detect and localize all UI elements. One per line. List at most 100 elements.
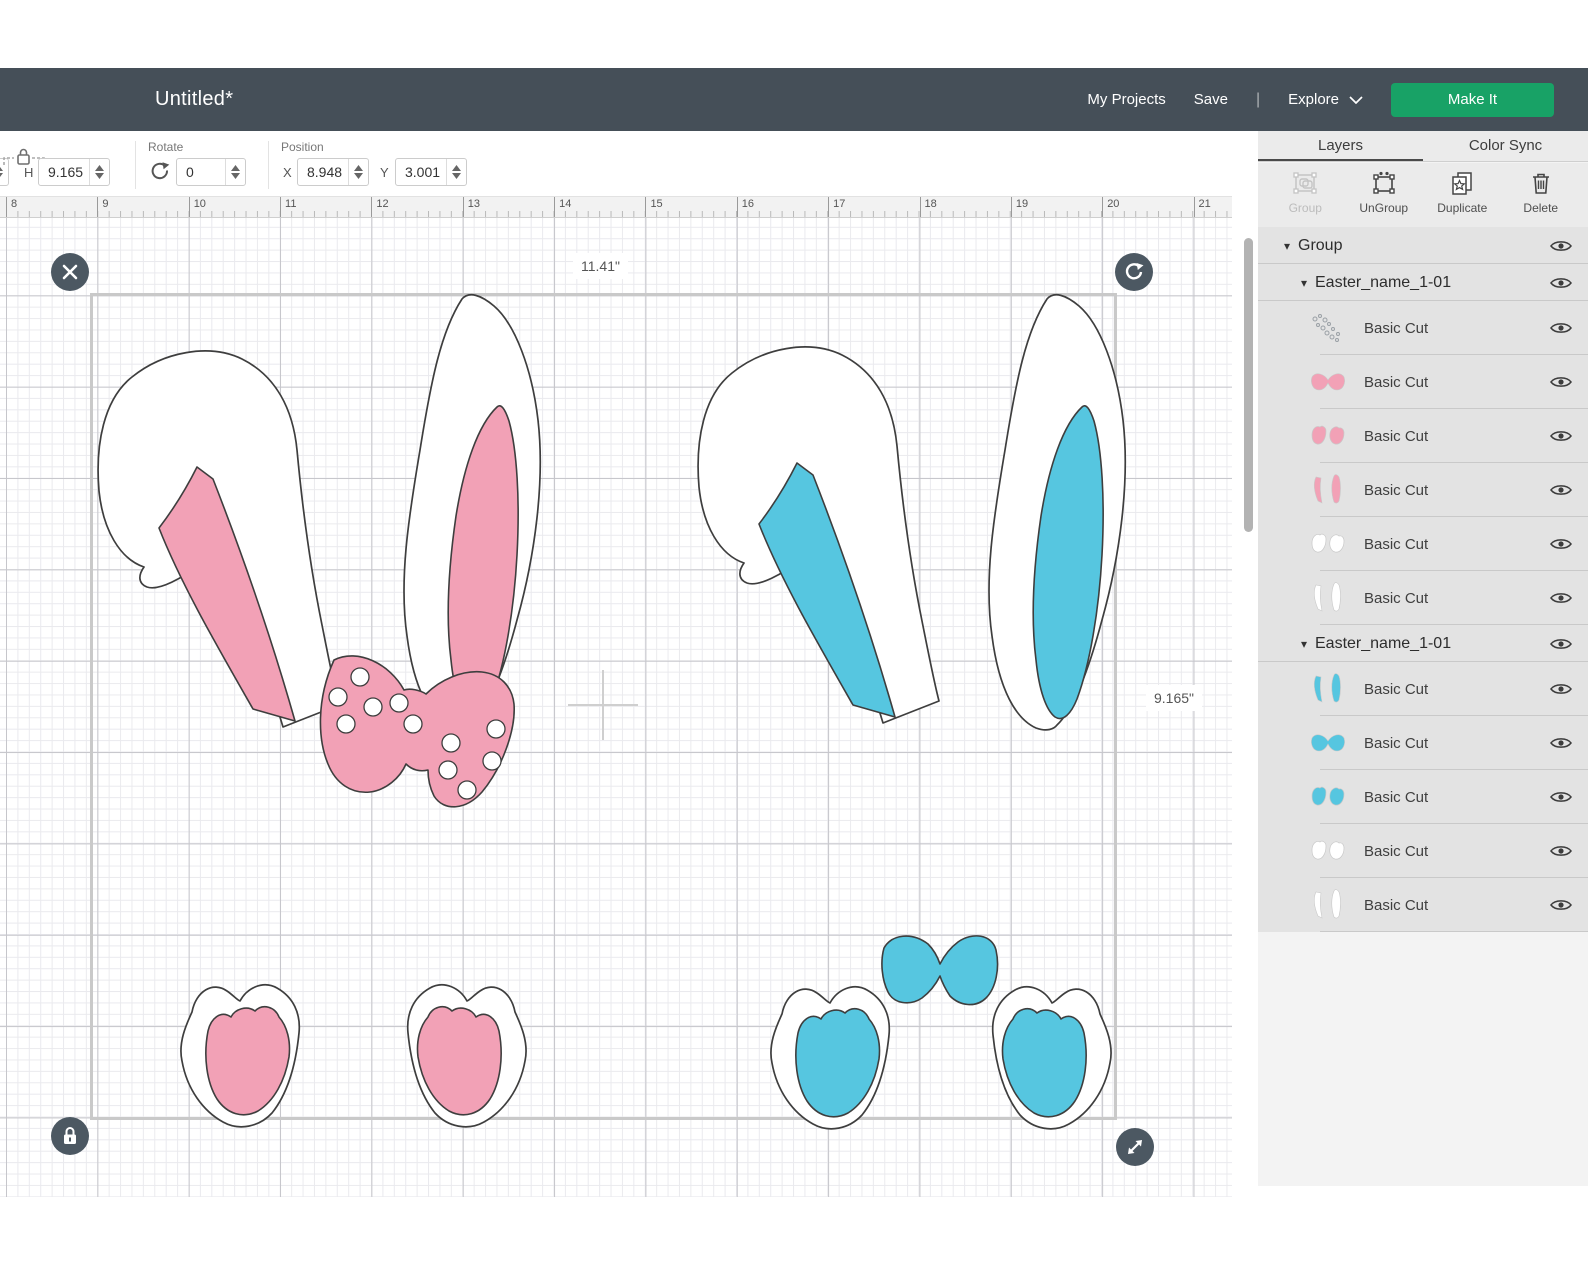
group-button[interactable]: Group xyxy=(1266,163,1345,227)
rotate-icon xyxy=(148,161,170,188)
duplicate-icon xyxy=(1452,172,1472,195)
layer-item-label: Basic Cut xyxy=(1364,842,1429,860)
selection-width-label: 11.41" xyxy=(573,253,628,279)
rotate-selection-handle[interactable] xyxy=(1115,253,1153,291)
explore-menu[interactable]: Explore xyxy=(1288,91,1363,109)
visibility-eye-icon[interactable] xyxy=(1550,483,1572,497)
layer-thumbnail xyxy=(1308,726,1354,760)
resize-selection-handle[interactable] xyxy=(1116,1128,1154,1166)
layer-item-row[interactable]: Basic Cut xyxy=(1258,409,1588,463)
lock-icon xyxy=(64,1127,76,1144)
layer-item-row[interactable]: Basic Cut xyxy=(1258,770,1588,824)
layer-group-row[interactable]: ▾ Easter_name_1-01 xyxy=(1258,625,1588,662)
save-link[interactable]: Save xyxy=(1194,91,1228,108)
visibility-eye-icon[interactable] xyxy=(1550,276,1572,290)
pink-right-foot[interactable] xyxy=(406,983,527,1128)
visibility-eye-icon[interactable] xyxy=(1550,898,1572,912)
visibility-eye-icon[interactable] xyxy=(1550,537,1572,551)
ruler-tick-label: 10 xyxy=(188,197,206,217)
pink-left-foot[interactable] xyxy=(180,983,301,1128)
position-y-stepper[interactable] xyxy=(446,159,466,185)
blue-left-foot[interactable] xyxy=(770,985,891,1130)
ungroup-button[interactable]: UnGroup xyxy=(1345,163,1424,227)
ruler-tick-label: 17 xyxy=(828,197,845,217)
layer-item-row[interactable]: Basic Cut xyxy=(1258,716,1588,770)
height-stepper[interactable] xyxy=(89,159,109,185)
layer-thumbnail xyxy=(1308,473,1354,507)
blue-right-foot[interactable] xyxy=(991,985,1112,1130)
collapse-caret-icon[interactable]: ▾ xyxy=(1301,276,1315,290)
position-y-input[interactable] xyxy=(396,159,446,185)
layer-item-row[interactable]: Basic Cut xyxy=(1258,662,1588,716)
height-field[interactable] xyxy=(38,158,110,186)
group-icon xyxy=(1293,172,1317,194)
visibility-eye-icon[interactable] xyxy=(1550,637,1572,651)
delete-icon xyxy=(1532,173,1549,194)
delete-selection-handle[interactable] xyxy=(51,253,89,291)
my-projects-link[interactable]: My Projects xyxy=(1087,91,1165,108)
layer-item-label: Basic Cut xyxy=(1364,481,1429,499)
layer-item-label: Basic Cut xyxy=(1364,734,1429,752)
collapse-caret-icon[interactable]: ▾ xyxy=(1284,239,1298,253)
position-label: Position xyxy=(281,140,324,154)
layer-item-row[interactable]: Basic Cut xyxy=(1258,824,1588,878)
blue-right-ear[interactable] xyxy=(988,293,1127,731)
layer-item-row[interactable]: Basic Cut xyxy=(1258,355,1588,409)
blue-left-ear[interactable] xyxy=(697,346,940,724)
tab-color-sync[interactable]: Color Sync xyxy=(1423,131,1588,161)
height-input[interactable] xyxy=(39,159,89,185)
bunny-artwork[interactable] xyxy=(0,218,1232,1197)
visibility-eye-icon[interactable] xyxy=(1550,682,1572,696)
layer-item-row[interactable]: Basic Cut xyxy=(1258,517,1588,571)
layer-item-row[interactable]: Basic Cut xyxy=(1258,571,1588,625)
rotate-input[interactable] xyxy=(177,159,225,185)
rotate-label: Rotate xyxy=(148,140,184,154)
rotate-stepper[interactable] xyxy=(225,159,245,185)
canvas-vertical-scrollbar[interactable] xyxy=(1244,238,1253,532)
header-divider: | xyxy=(1255,90,1261,108)
position-y-field[interactable] xyxy=(395,158,467,186)
rotate-field[interactable] xyxy=(176,158,246,186)
visibility-eye-icon[interactable] xyxy=(1550,239,1572,253)
visibility-eye-icon[interactable] xyxy=(1550,790,1572,804)
visibility-eye-icon[interactable] xyxy=(1550,429,1572,443)
layer-group-row[interactable]: ▾ Easter_name_1-01 xyxy=(1258,264,1588,301)
resize-icon xyxy=(1128,1140,1142,1154)
layer-thumbnail xyxy=(1308,311,1354,345)
layer-group-row[interactable]: ▾ Group xyxy=(1258,227,1588,264)
layer-item-label: Basic Cut xyxy=(1364,589,1429,607)
ruler-tick-label: 12 xyxy=(371,197,389,217)
x-field-label: X xyxy=(283,165,292,180)
blue-bow[interactable] xyxy=(881,935,999,1006)
header-nav: My Projects Save | Explore Make It xyxy=(1087,82,1554,117)
horizontal-ruler: 8 9 10 11 12 13 14 15 16 17 18 19 20 21 xyxy=(0,197,1232,218)
lock-selection-handle[interactable] xyxy=(51,1117,89,1155)
position-x-field[interactable] xyxy=(297,158,369,186)
position-x-input[interactable] xyxy=(298,159,348,185)
delete-button[interactable]: Delete xyxy=(1502,163,1581,227)
visibility-eye-icon[interactable] xyxy=(1550,591,1572,605)
rotate-icon xyxy=(1125,263,1144,280)
visibility-eye-icon[interactable] xyxy=(1550,321,1572,335)
layer-item-row[interactable]: Basic Cut xyxy=(1258,463,1588,517)
make-it-button[interactable]: Make It xyxy=(1391,82,1554,117)
position-x-stepper[interactable] xyxy=(348,159,368,185)
ruler-tick-label: 16 xyxy=(736,197,754,217)
layer-item-label: Basic Cut xyxy=(1364,680,1429,698)
ruler-tick-label: 9 xyxy=(97,197,108,217)
collapse-caret-icon[interactable]: ▾ xyxy=(1301,637,1315,651)
visibility-eye-icon[interactable] xyxy=(1550,736,1572,750)
selection-height-label: 9.165" xyxy=(1146,685,1203,711)
edit-toolbar: H Rotate Position X xyxy=(0,131,1232,197)
tab-layers[interactable]: Layers xyxy=(1258,131,1423,161)
layer-item-row[interactable]: Basic Cut xyxy=(1258,301,1588,355)
layer-item-row[interactable]: Basic Cut xyxy=(1258,878,1588,932)
layer-item-label: Basic Cut xyxy=(1364,319,1429,337)
visibility-eye-icon[interactable] xyxy=(1550,375,1572,389)
layer-thumbnail xyxy=(1308,834,1354,868)
visibility-eye-icon[interactable] xyxy=(1550,844,1572,858)
y-field-label: Y xyxy=(380,165,389,180)
panel-tabbar: Layers Color Sync xyxy=(1258,131,1588,162)
duplicate-button[interactable]: Duplicate xyxy=(1423,163,1502,227)
layer-actions: Group UnGroup Duplicate Delete xyxy=(1258,163,1588,227)
